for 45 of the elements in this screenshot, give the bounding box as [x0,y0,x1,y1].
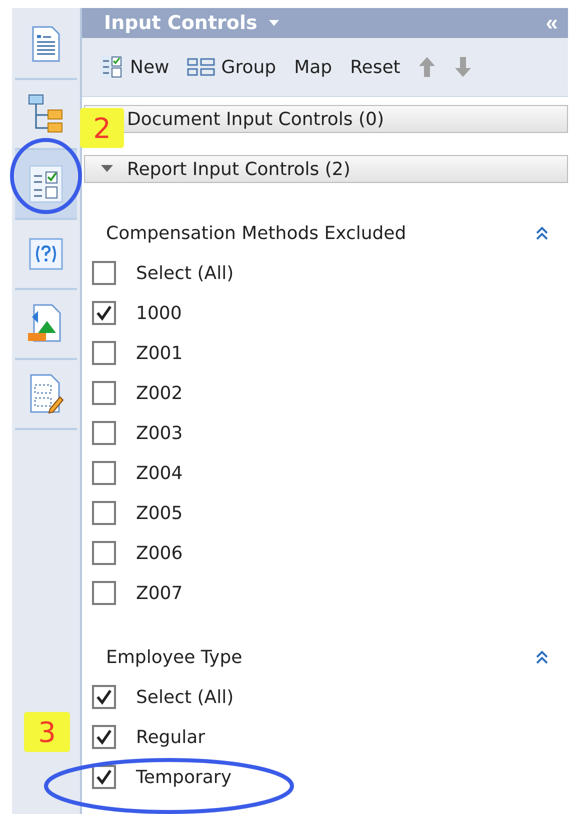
group-button[interactable]: Group [187,56,276,78]
tree-icon [28,94,64,134]
checkbox-label[interactable]: Z006 [136,542,183,564]
checkbox[interactable] [92,261,116,285]
checklist-icon [100,55,124,79]
collapse-chevron-icon[interactable] [534,649,550,665]
checkbox[interactable] [92,381,116,405]
checkbox-label[interactable]: Temporary [136,766,232,788]
checkbox[interactable] [92,581,116,605]
checkbox[interactable] [92,541,116,565]
dropdown-caret-icon[interactable] [269,20,280,26]
section-header[interactable]: Report Input Controls (2) [84,155,568,183]
checkbox-label[interactable]: Z002 [136,382,183,404]
checkbox[interactable] [92,765,116,789]
toolbar-button[interactable]: Map [294,56,332,78]
checkbox[interactable] [92,301,116,325]
checkbox-label[interactable]: Z007 [136,582,183,604]
checkbox-label[interactable]: Select (All) [136,686,234,708]
checkbox[interactable] [92,341,116,365]
checkbox-label[interactable]: Z003 [136,422,183,444]
sidebar-button[interactable] [15,150,77,220]
edit-document-icon [28,373,64,415]
step-badge: 3 [24,712,70,752]
control-title: Compensation Methods Excluded [106,222,406,244]
toolbar-button[interactable]: Reset [350,56,400,78]
checklist-icon [29,165,63,203]
checkbox-label[interactable]: Regular [136,726,206,748]
document-icon [31,25,61,63]
checkbox-label[interactable]: Z005 [136,502,183,524]
checkbox-label[interactable]: Select (All) [136,262,234,284]
control-title: Employee Type [106,646,242,668]
help-icon [29,238,63,270]
new-button[interactable]: New [100,55,170,79]
collapse-chevron-icon[interactable] [534,225,550,241]
checkbox-label[interactable]: Z001 [136,342,183,364]
checkbox[interactable] [92,725,116,749]
checkbox[interactable] [92,461,116,485]
checkbox-label[interactable]: 1000 [136,302,182,324]
checkbox[interactable] [92,421,116,445]
checkbox[interactable] [92,501,116,525]
step-badge: 2 [80,108,124,148]
checkbox[interactable] [92,685,116,709]
group-icon [187,57,216,77]
checkbox-label[interactable]: Z004 [136,462,183,484]
image-file-icon [28,303,64,345]
